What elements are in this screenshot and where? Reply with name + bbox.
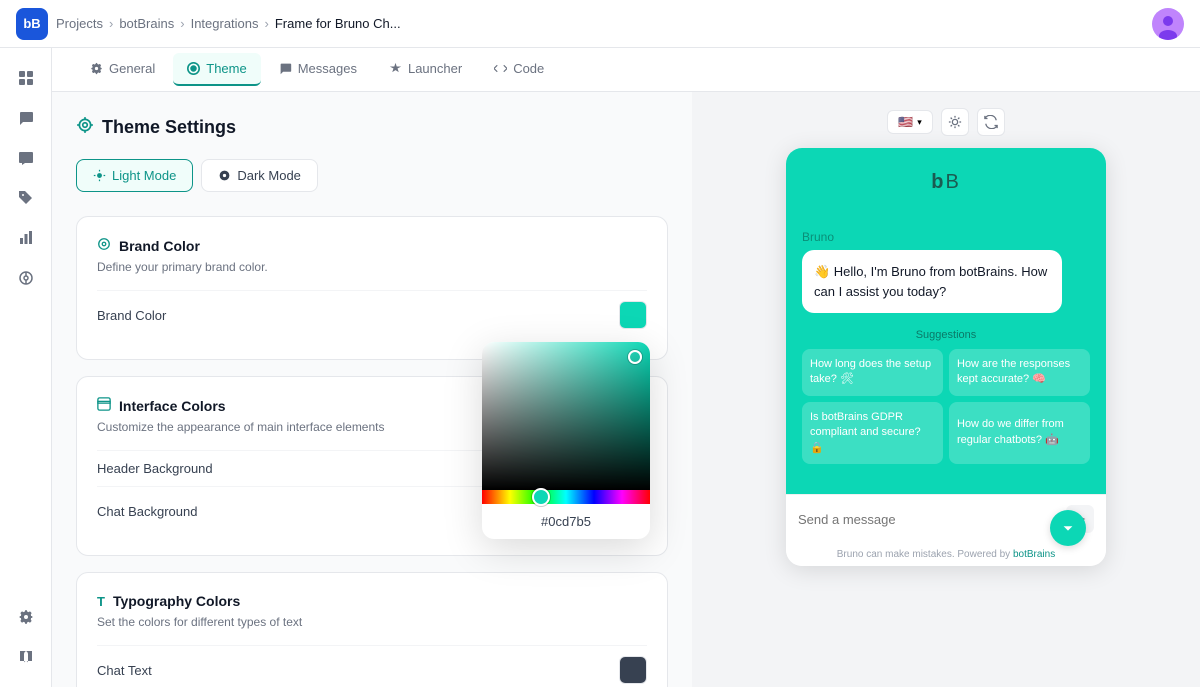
breadcrumb-item[interactable]: Projects [56,16,103,31]
chevron-down-icon: ▾ [917,117,922,128]
header-bg-label: Header Background [97,461,213,476]
sidebar-item-grid[interactable] [8,60,44,96]
sidebar-item-chart[interactable] [8,220,44,256]
language-selector[interactable]: 🇺🇸 ▾ [887,110,932,134]
content-area: General Theme Messages Launcher [52,48,1200,687]
chat-header: bB [786,148,1106,214]
chat-body: Bruno 👋 Hello, I'm Bruno from botBrains.… [786,214,1106,494]
typography-icon: T [97,594,105,609]
interface-icon [97,397,111,414]
footer-link[interactable]: botBrains [1013,549,1055,560]
dark-mode-button[interactable]: Dark Mode [201,159,318,192]
color-picker-handle[interactable] [628,350,642,364]
breadcrumb-sep: › [265,16,269,31]
flag-icon: 🇺🇸 [898,115,913,129]
tab-theme[interactable]: Theme [173,53,260,86]
chat-logo: bB [806,168,1086,194]
breadcrumb-item[interactable]: botBrains [119,16,174,31]
suggestion-item[interactable]: How are the responses kept accurate? 🧠 [949,349,1090,396]
breadcrumb-active: Frame for Bruno Ch... [275,16,401,31]
panels: Theme Settings Light Mode [52,92,1200,687]
brand-color-section: Brand Color Define your primary brand co… [76,216,668,360]
sidebar-item-comment[interactable] [8,140,44,176]
color-picker-hue[interactable] [482,490,650,504]
light-mode-button[interactable]: Light Mode [76,159,193,192]
mode-toggle: Light Mode Dark Mode [76,159,668,192]
preview-area: 🇺🇸 ▾ [692,92,1200,687]
sidebar-item-integrations[interactable] [8,260,44,296]
chat-widget: bB Bruno 👋 Hello, I'm Bruno from botBrai… [786,148,1106,566]
typography-desc: Set the colors for different types of te… [97,615,647,629]
breadcrumb-sep: › [180,16,184,31]
sidebar-item-book[interactable] [8,639,44,675]
suggestions-label: Suggestions [802,329,1090,341]
chat-text-row: Chat Text [97,645,647,687]
sidebar-item-tag[interactable] [8,180,44,216]
preview-controls: 🇺🇸 ▾ [887,108,1004,136]
brand-color-row: Brand Color [97,290,647,339]
user-avatar[interactable] [1152,8,1184,40]
refresh-button[interactable] [977,108,1005,136]
color-picker-hex: #0cd7b5 [482,504,650,539]
sidebar-item-chat[interactable] [8,100,44,136]
tab-code[interactable]: Code [480,53,558,86]
chat-greeting: 👋 Hello, I'm Bruno from botBrains. How c… [802,250,1062,313]
page-title-text: Theme Settings [102,117,236,138]
brand-icon [97,237,111,254]
typography-header: T Typography Colors [97,593,647,609]
tab-general[interactable]: General [76,53,169,86]
breadcrumb: Projects › botBrains › Integrations › Fr… [56,16,401,31]
page-title: Theme Settings [76,116,668,139]
suggestion-item[interactable]: How long does the setup take? 🛠 [802,349,943,396]
theme-icon [76,116,94,139]
suggestions-grid: How long does the setup take? 🛠 How are … [802,349,1090,464]
sidebar-item-settings[interactable] [8,599,44,635]
app-logo[interactable]: bB [16,8,48,40]
chat-bg-label: Chat Background [97,504,197,519]
breadcrumb-item[interactable]: Integrations [191,16,259,31]
chat-text-label: Chat Text [97,663,152,678]
brand-section-header: Brand Color [97,237,647,254]
suggestion-item[interactable]: Is botBrains GDPR compliant and secure? … [802,402,943,464]
chat-footer: Bruno can make mistakes. Powered by botB… [786,543,1106,566]
settings-panel: Theme Settings Light Mode [52,92,692,687]
scroll-down-button[interactable] [1050,510,1086,546]
top-nav: bB Projects › botBrains › Integrations ›… [0,0,1200,48]
chat-preview-wrapper: bB Bruno 👋 Hello, I'm Bruno from botBrai… [786,148,1106,566]
main-layout: General Theme Messages Launcher [0,48,1200,687]
tab-launcher[interactable]: Launcher [375,53,476,86]
hue-handle[interactable] [532,488,550,506]
breadcrumb-sep: › [109,16,113,31]
color-picker-gradient[interactable] [482,342,650,490]
chat-text-swatch[interactable] [619,656,647,684]
suggestion-item[interactable]: How do we differ from regular chatbots? … [949,402,1090,464]
sidebar [0,48,52,687]
tab-messages[interactable]: Messages [265,53,371,86]
chat-input[interactable] [798,512,1058,527]
brand-section-desc: Define your primary brand color. [97,260,647,274]
brand-color-label: Brand Color [97,308,166,323]
brightness-button[interactable] [941,108,969,136]
tab-bar: General Theme Messages Launcher [52,48,1200,92]
color-picker-popup[interactable]: #0cd7b5 [482,342,650,539]
typography-section: T Typography Colors Set the colors for d… [76,572,668,687]
agent-name: Bruno [802,230,1090,244]
brand-color-swatch[interactable] [619,301,647,329]
